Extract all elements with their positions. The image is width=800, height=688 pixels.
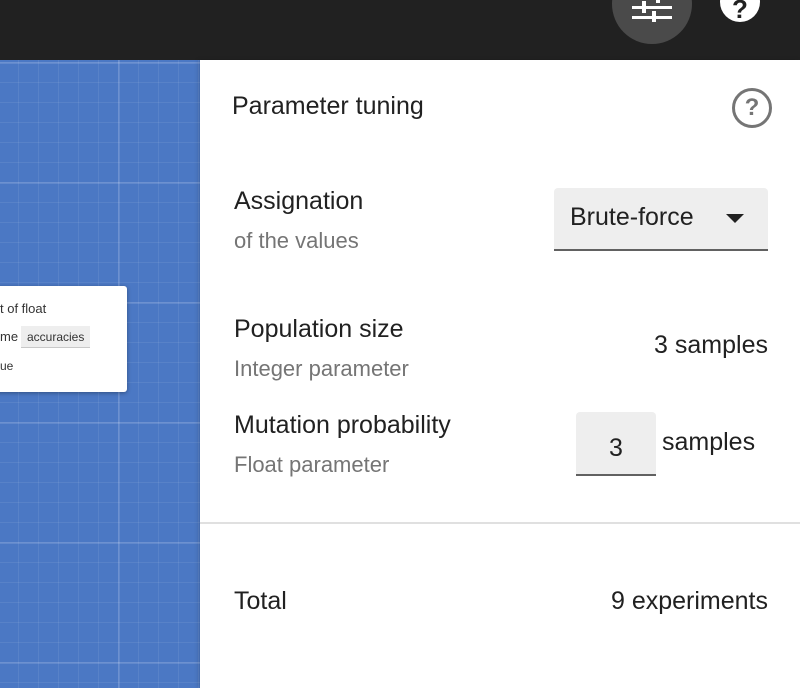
mutation-probability-label: Mutation probability [234,411,451,439]
divider [200,522,800,524]
dropdown-arrow-icon [726,214,744,223]
assignation-sublabel: of the values [234,228,359,253]
parameter-tuning-panel: Parameter tuning ? Assignation of the va… [200,60,800,688]
tune-button[interactable] [612,0,692,44]
population-size-sublabel: Integer parameter [234,356,409,381]
population-size-label: Population size [234,315,404,343]
total-value: 9 experiments [610,587,768,615]
mutation-probability-sublabel: Float parameter [234,452,390,477]
help-outline-icon: ? [744,94,760,121]
node-name-label: me [0,329,19,344]
assignation-label: Assignation [234,187,364,215]
top-app-bar: ? [0,0,800,60]
panel-title: Parameter tuning [232,92,424,120]
population-size-value: 3 samples [654,331,768,359]
graph-canvas[interactable]: t of float me accuracies ue [0,60,200,688]
total-label: Total [234,587,287,615]
graph-node[interactable]: t of float me accuracies ue [0,286,127,392]
help-button[interactable]: ? [720,0,760,22]
assignation-select[interactable]: Brute-force [554,188,768,251]
tune-icon [632,0,672,22]
help-outline-button[interactable]: ? [732,88,772,128]
node-value-label: ue [0,359,14,373]
mutation-samples-input[interactable] [576,412,656,476]
mutation-samples-unit: samples [662,428,756,456]
help-icon: ? [732,0,748,24]
assignation-selected-value: Brute-force [570,203,694,231]
node-name-chip[interactable]: accuracies [21,326,91,348]
node-type-label: t of float [0,301,47,316]
